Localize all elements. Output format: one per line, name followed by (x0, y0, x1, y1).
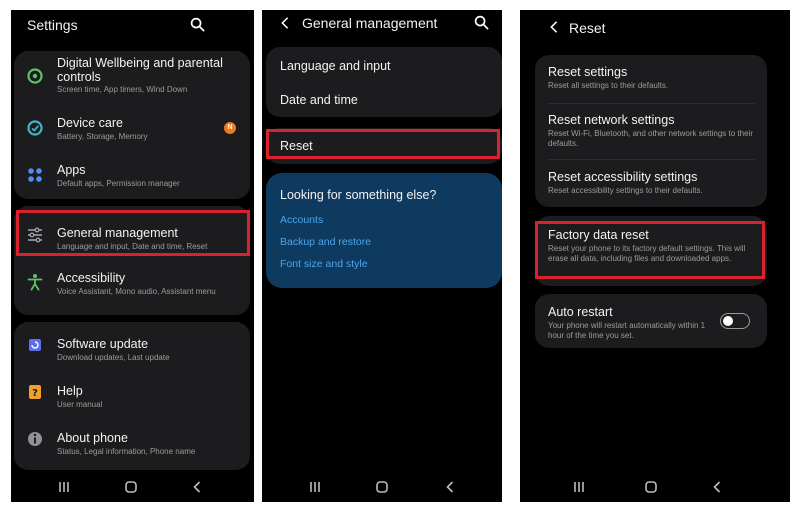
settings-item-accessibility[interactable]: Accessibility Voice Assistant, Mono audi… (14, 264, 250, 314)
home-icon[interactable] (123, 479, 139, 495)
accessibility-icon (27, 274, 43, 291)
general-item-date-time[interactable]: Date and time (266, 82, 502, 117)
reset-item-reset-settings[interactable]: Reset settings Reset all settings to the… (535, 55, 767, 99)
back-arrow-icon[interactable] (547, 20, 561, 34)
back-icon[interactable] (189, 479, 205, 495)
reset-item-auto-restart[interactable]: Auto restart Your phone will restart aut… (535, 294, 767, 348)
link-backup-restore[interactable]: Backup and restore (280, 236, 371, 248)
nav-bar (11, 472, 254, 502)
recent-apps-icon[interactable] (56, 479, 72, 495)
reset-item-network[interactable]: Reset network settings Reset Wi-Fi, Blue… (535, 105, 767, 161)
general-card-1: Language and input Date and time (266, 47, 502, 117)
settings-item-about-phone[interactable]: About phone Status, Legal information, P… (14, 421, 250, 461)
settings-item-apps[interactable]: Apps Default apps, Permission manager (14, 158, 250, 198)
factory-reset-highlight (535, 221, 765, 279)
reset-topbar: Reset (520, 10, 790, 40)
settings-item-title: Digital Wellbeing and parental controls (57, 56, 223, 84)
settings-item-digital-wellbeing[interactable]: Digital Wellbeing and parental controls … (14, 51, 250, 103)
reset-item-subtitle: Reset Wi-Fi, Bluetooth, and other networ… (548, 129, 753, 148)
link-accounts[interactable]: Accounts (280, 214, 323, 226)
notification-badge: N (224, 122, 236, 134)
settings-card-1: Digital Wellbeing and parental controls … (14, 51, 250, 199)
general-topbar: General management (262, 10, 502, 40)
reset-screen: Reset Reset settings Reset all settings … (520, 10, 790, 502)
general-item-title: Date and time (280, 93, 358, 107)
looking-title: Looking for something else? (280, 188, 437, 202)
recent-apps-icon[interactable] (571, 479, 587, 495)
settings-item-title: Device care (57, 116, 123, 130)
settings-item-title: Help (57, 384, 83, 398)
back-arrow-icon[interactable] (278, 16, 292, 30)
settings-item-subtitle: Status, Legal information, Phone name (57, 447, 196, 456)
reset-item-title: Reset network settings (548, 113, 675, 127)
settings-card-3: Software update Download updates, Last u… (14, 322, 250, 470)
reset-card-1: Reset settings Reset all settings to the… (535, 55, 767, 207)
settings-item-subtitle: User manual (57, 400, 103, 409)
divider (547, 103, 755, 104)
settings-item-subtitle: Battery, Storage, Memory (57, 132, 148, 141)
settings-item-software-update[interactable]: Software update Download updates, Last u… (14, 327, 250, 367)
home-icon[interactable] (643, 479, 659, 495)
settings-item-title: Software update (57, 337, 149, 351)
looking-for-something-card: Looking for something else? Accounts Bac… (266, 173, 502, 288)
nav-bar (262, 472, 502, 502)
digital-wellbeing-icon (27, 68, 43, 84)
back-icon[interactable] (709, 479, 725, 495)
reset-item-subtitle: Reset all settings to their defaults. (548, 81, 669, 90)
page-title: Reset (569, 20, 606, 36)
apps-icon (28, 168, 42, 182)
reset-highlight (266, 129, 500, 159)
settings-topbar: Settings (11, 10, 254, 40)
settings-item-help[interactable]: ? Help User manual (14, 374, 250, 414)
settings-item-subtitle: Download updates, Last update (57, 353, 170, 362)
settings-item-device-care[interactable]: Device care Battery, Storage, Memory N (14, 111, 250, 151)
settings-item-subtitle: Screen time, App timers, Wind Down (57, 85, 188, 94)
settings-item-title: Accessibility (57, 271, 126, 285)
search-icon[interactable] (474, 15, 489, 30)
link-font-size[interactable]: Font size and style (280, 258, 368, 270)
toggle-knob (723, 315, 733, 326)
back-icon[interactable] (442, 479, 458, 495)
divider (547, 159, 755, 160)
reset-item-subtitle: Your phone will restart automatically wi… (548, 321, 706, 340)
svg-text:?: ? (32, 388, 38, 399)
reset-item-title: Reset settings (548, 65, 628, 79)
reset-item-accessibility[interactable]: Reset accessibility settings Reset acces… (535, 161, 767, 205)
general-item-title: Language and input (280, 59, 391, 73)
nav-bar (520, 472, 790, 502)
reset-item-title: Auto restart (548, 305, 613, 319)
device-care-icon (27, 120, 43, 136)
reset-item-title: Reset accessibility settings (548, 170, 698, 184)
software-update-icon (29, 339, 41, 351)
reset-item-subtitle: Reset accessibility settings to their de… (548, 186, 703, 195)
reset-card-auto-restart: Auto restart Your phone will restart aut… (535, 294, 767, 348)
general-item-language[interactable]: Language and input (266, 47, 502, 82)
settings-item-subtitle: Voice Assistant, Mono audio, Assistant m… (57, 287, 216, 296)
page-title: Settings (27, 17, 78, 33)
recent-apps-icon[interactable] (307, 479, 323, 495)
search-icon[interactable] (190, 17, 205, 32)
page-title: General management (302, 15, 438, 31)
home-icon[interactable] (374, 479, 390, 495)
settings-item-title: About phone (57, 431, 128, 445)
general-management-screen: General management Language and input Da… (262, 10, 502, 502)
auto-restart-toggle[interactable] (720, 313, 750, 329)
help-icon: ? (29, 385, 41, 399)
general-management-highlight (16, 210, 250, 256)
info-icon (28, 432, 42, 446)
settings-item-subtitle: Default apps, Permission manager (57, 179, 180, 188)
settings-item-title: Apps (57, 163, 86, 177)
settings-screen: Settings Digital Wellbeing and parental … (11, 10, 254, 502)
